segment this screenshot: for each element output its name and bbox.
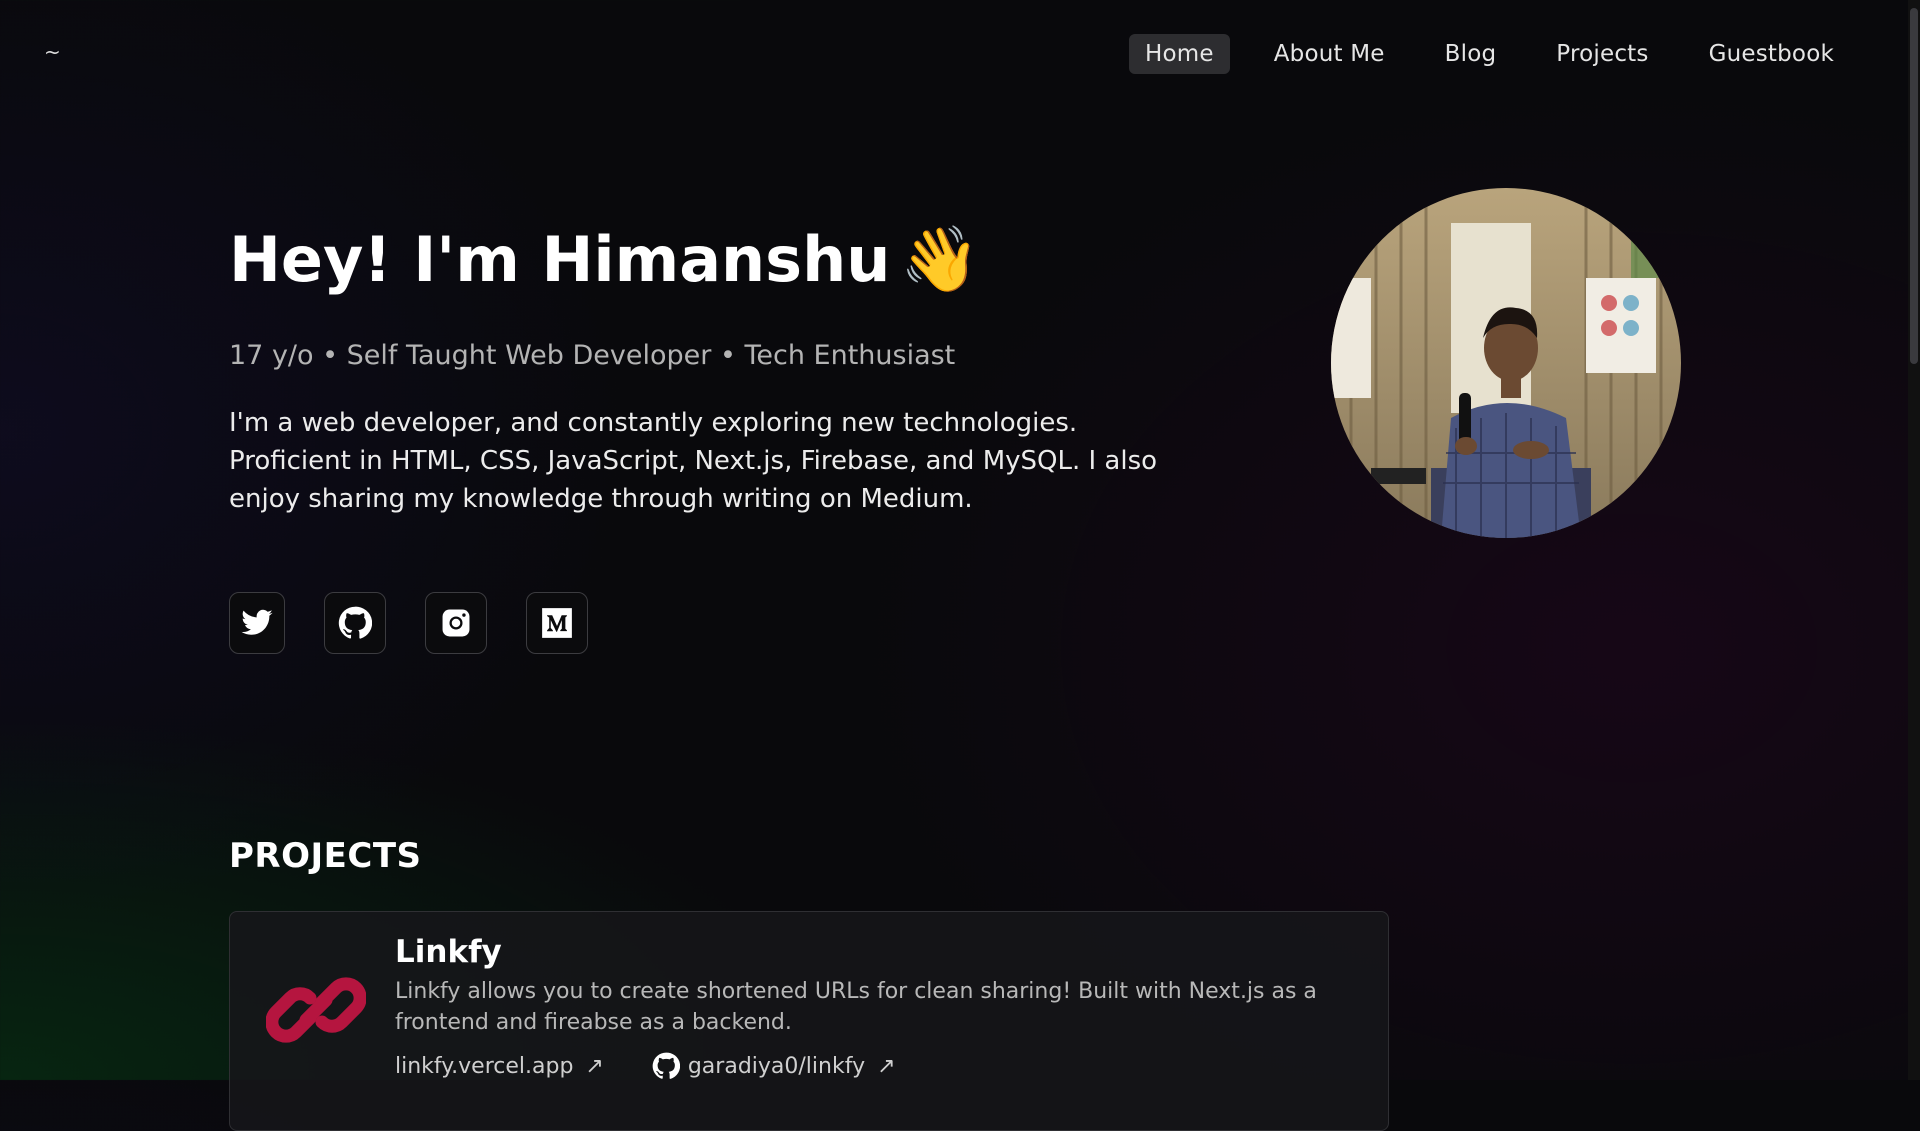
hero-bio: I'm a web developer, and constantly expl… xyxy=(229,408,1158,514)
project-site-label: linkfy.vercel.app xyxy=(395,1053,574,1079)
hero-title-text: Hey! I'm Himanshu xyxy=(229,223,891,296)
twitter-icon xyxy=(241,609,273,635)
site-logo[interactable]: ~ xyxy=(44,40,61,64)
github-link[interactable] xyxy=(324,592,386,654)
instagram-link[interactable] xyxy=(425,592,487,654)
nav-guestbook[interactable]: Guestbook xyxy=(1693,34,1850,74)
project-links: linkfy.vercel.app ↗ garadiya0/linkfy ↗ xyxy=(395,1052,944,1080)
scrollbar[interactable] xyxy=(1908,0,1920,1080)
projects-heading: PROJECTS xyxy=(229,836,422,876)
github-icon xyxy=(652,1052,680,1079)
nav-blog[interactable]: Blog xyxy=(1429,34,1513,74)
hero-subtitle: 17 y/o • Self Taught Web Developer • Tec… xyxy=(229,340,956,371)
scrollbar-thumb[interactable] xyxy=(1910,8,1918,364)
instagram-icon xyxy=(442,609,470,637)
waving-hand-icon: 👋 xyxy=(900,223,981,297)
project-repo-link[interactable]: garadiya0/linkfy ↗ xyxy=(652,1052,896,1080)
social-links xyxy=(229,592,627,654)
medium-icon xyxy=(542,608,572,638)
medium-link[interactable] xyxy=(526,592,588,654)
profile-photo-illustration xyxy=(1331,188,1681,538)
nav-home[interactable]: Home xyxy=(1129,34,1230,74)
profile-photo xyxy=(1331,188,1681,538)
external-arrow-icon: ↗ xyxy=(585,1053,604,1079)
external-arrow-icon: ↗ xyxy=(877,1053,896,1079)
project-card-linkfy[interactable]: Linkfy Linkfy allows you to create short… xyxy=(229,911,1389,1131)
main-nav: Home About Me Blog Projects Guestbook xyxy=(1129,34,1850,74)
project-repo-label: garadiya0/linkfy xyxy=(687,1053,866,1079)
nav-projects[interactable]: Projects xyxy=(1540,34,1664,74)
twitter-link[interactable] xyxy=(229,592,285,654)
project-site-link[interactable]: linkfy.vercel.app ↗ xyxy=(395,1054,604,1079)
project-name: Linkfy xyxy=(395,934,502,970)
project-description: Linkfy allows you to create shortened UR… xyxy=(395,979,1317,1035)
hero-title: Hey! I'm Himanshu 👋 xyxy=(229,222,980,297)
nav-about-me[interactable]: About Me xyxy=(1258,34,1401,74)
github-icon xyxy=(338,606,372,639)
chain-link-icon xyxy=(266,977,366,1043)
